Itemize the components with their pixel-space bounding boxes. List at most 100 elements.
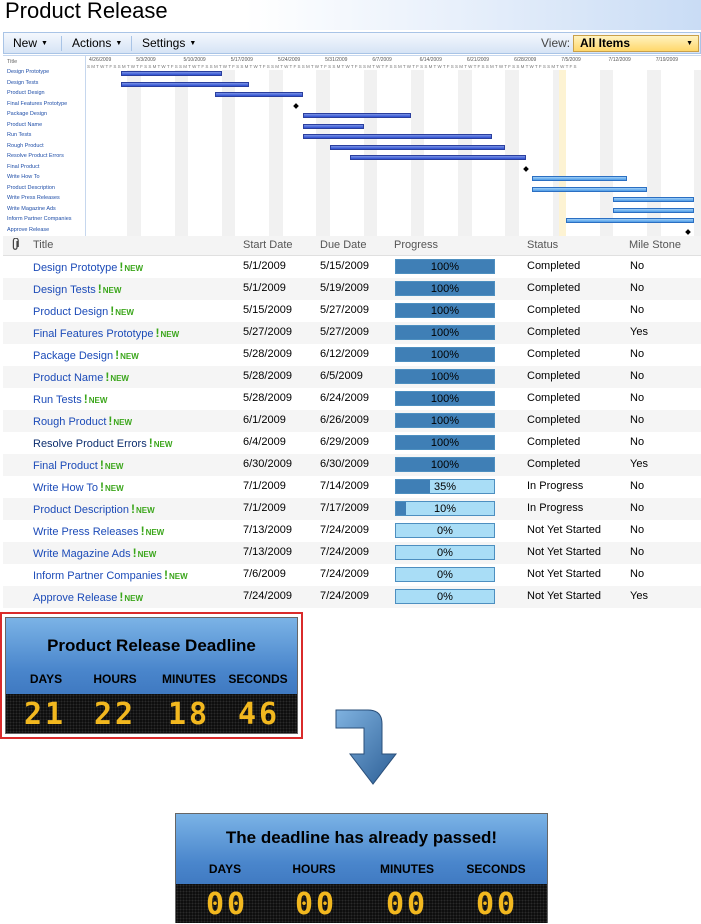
- column-header-due-date[interactable]: Due Date: [320, 239, 366, 251]
- start-date-cell: 6/1/2009: [243, 414, 286, 426]
- column-header-title[interactable]: Title: [33, 239, 53, 251]
- gantt-bar[interactable]: [613, 207, 695, 213]
- gantt-task-label[interactable]: Design Tests: [7, 80, 38, 86]
- column-header-milestone[interactable]: Mile Stone: [629, 239, 681, 251]
- new-menu-button[interactable]: New ▼: [13, 36, 48, 50]
- start-date-cell: 5/1/2009: [243, 260, 286, 272]
- status-cell: Not Yet Started: [527, 568, 601, 580]
- task-title-link[interactable]: Run Tests !NEW: [33, 392, 107, 406]
- gantt-task-label[interactable]: Write How To: [7, 174, 40, 180]
- task-title-text: Write How To: [33, 482, 99, 494]
- gantt-week-label: 7/5/2009: [561, 57, 581, 63]
- gantt-task-label[interactable]: Final Product: [7, 164, 39, 170]
- gantt-task-label[interactable]: Package Design: [7, 111, 47, 117]
- gantt-milestone[interactable]: [684, 228, 691, 235]
- gantt-bar[interactable]: [302, 113, 411, 118]
- start-date-cell: 5/27/2009: [243, 326, 292, 338]
- task-title-link[interactable]: Final Product !NEW: [33, 458, 123, 472]
- task-title-link[interactable]: Product Description !NEW: [33, 502, 155, 516]
- gantt-task-label[interactable]: Write Magazine Ads: [7, 206, 56, 212]
- start-date-cell: 5/28/2009: [243, 348, 292, 360]
- progress-bar-label: 100%: [430, 349, 460, 361]
- page-title: Product Release: [5, 0, 168, 23]
- task-title-link[interactable]: Product Design !NEW: [33, 304, 134, 318]
- gantt-task-label[interactable]: Final Features Prototype: [7, 101, 67, 107]
- new-badge: NEW: [153, 440, 173, 449]
- new-badge: NEW: [160, 330, 180, 339]
- task-title-text: Final Product: [33, 460, 98, 472]
- gantt-bar[interactable]: [302, 134, 492, 139]
- gantt-weekend-band: [458, 70, 472, 236]
- gantt-task-label[interactable]: Product Design: [7, 90, 45, 96]
- gantt-task-label[interactable]: Inform Partner Companies: [7, 216, 72, 222]
- actions-menu-button[interactable]: Actions ▼: [72, 36, 122, 50]
- gantt-bar[interactable]: [613, 197, 695, 202]
- view-selector[interactable]: All Items ▼: [573, 35, 699, 52]
- countdown-digit-panel: 21 22 18 46: [6, 694, 297, 733]
- gantt-task-label[interactable]: Product Description: [7, 185, 55, 191]
- table-row: Write Press Releases !NEW 7/13/2009 7/24/20…: [3, 520, 701, 542]
- progress-bar-label: 0%: [437, 547, 453, 559]
- table-row: Inform Partner Companies !NEW 7/6/2009 7/24…: [3, 564, 701, 586]
- progress-bar-label: 100%: [430, 371, 460, 383]
- table-row: Resolve Product Errors !NEW 6/4/2009 6/29/2…: [3, 432, 701, 454]
- milestone-cell: Yes: [630, 590, 648, 602]
- progress-bar: 100%: [395, 325, 495, 340]
- new-badge: NEW: [137, 550, 157, 559]
- task-title-link[interactable]: Resolve Product Errors !NEW: [33, 436, 172, 450]
- progress-bar: 0%: [395, 523, 495, 538]
- gantt-task-label[interactable]: Approve Release: [7, 227, 49, 233]
- gantt-bar[interactable]: [120, 81, 249, 87]
- milestone-cell: No: [630, 282, 645, 294]
- gantt-task-label[interactable]: Write Press Releases: [7, 195, 60, 201]
- gantt-bar[interactable]: [302, 123, 364, 129]
- status-cell: Completed: [527, 370, 581, 382]
- task-title-link[interactable]: Rough Product !NEW: [33, 414, 132, 428]
- due-date-cell: 6/30/2009: [320, 458, 369, 470]
- task-title-link[interactable]: Product Name !NEW: [33, 370, 129, 384]
- progress-bar: 100%: [395, 413, 495, 428]
- gantt-bar[interactable]: [566, 218, 695, 223]
- new-badge: NEW: [113, 418, 133, 427]
- task-title-link[interactable]: Write How To !NEW: [33, 480, 124, 494]
- task-title-link[interactable]: Inform Partner Companies !NEW: [33, 568, 188, 582]
- gantt-weekend-band: [316, 70, 330, 236]
- gantt-task-label[interactable]: Resolve Product Errors: [7, 153, 64, 159]
- gantt-bar[interactable]: [350, 155, 526, 160]
- gantt-bar[interactable]: [120, 71, 222, 76]
- task-title-link[interactable]: Approve Release !NEW: [33, 590, 143, 604]
- table-row: Run Tests !NEW 5/28/2009 6/24/2009 Completed…: [3, 388, 701, 410]
- task-title-link[interactable]: Design Prototype !NEW: [33, 260, 143, 274]
- gantt-task-label[interactable]: Rough Product: [7, 143, 44, 149]
- gantt-bar[interactable]: [532, 176, 627, 181]
- settings-menu-button[interactable]: Settings ▼: [142, 36, 196, 50]
- gantt-bar[interactable]: [532, 186, 648, 192]
- gantt-week-label: 5/17/2009: [230, 57, 253, 63]
- chevron-down-icon: ▼: [686, 40, 693, 47]
- gantt-week-label: 6/7/2009: [372, 57, 392, 63]
- gantt-week-label: 5/31/2009: [325, 57, 348, 63]
- column-header-start-date[interactable]: Start Date: [243, 239, 293, 251]
- progress-bar: 100%: [395, 435, 495, 450]
- column-header-status[interactable]: Status: [527, 239, 558, 251]
- gantt-task-label[interactable]: Design Prototype: [7, 69, 49, 75]
- task-title-link[interactable]: Design Tests !NEW: [33, 282, 121, 296]
- task-title-link[interactable]: Final Features Prototype !NEW: [33, 326, 179, 340]
- gantt-bar[interactable]: [329, 144, 506, 150]
- gantt-task-label[interactable]: Run Tests: [7, 132, 31, 138]
- gantt-milestone[interactable]: [293, 102, 299, 109]
- countdown-seconds-value: 46: [237, 697, 281, 732]
- gantt-bar[interactable]: [215, 92, 303, 97]
- gantt-week-label: 7/19/2009: [655, 57, 679, 63]
- task-title-link[interactable]: Write Magazine Ads !NEW: [33, 546, 156, 560]
- progress-bar-label: 100%: [430, 283, 460, 295]
- task-title-link[interactable]: Package Design !NEW: [33, 348, 139, 362]
- gantt-task-label[interactable]: Product Name: [7, 122, 42, 128]
- start-date-cell: 6/30/2009: [243, 458, 292, 470]
- gantt-week-label: 6/14/2009: [419, 57, 442, 63]
- task-title-link[interactable]: Write Press Releases !NEW: [33, 524, 164, 538]
- progress-bar: 100%: [395, 391, 495, 406]
- gantt-week-label: 6/21/2009: [466, 57, 490, 63]
- column-header-progress[interactable]: Progress: [394, 239, 438, 251]
- gantt-milestone[interactable]: [522, 165, 529, 172]
